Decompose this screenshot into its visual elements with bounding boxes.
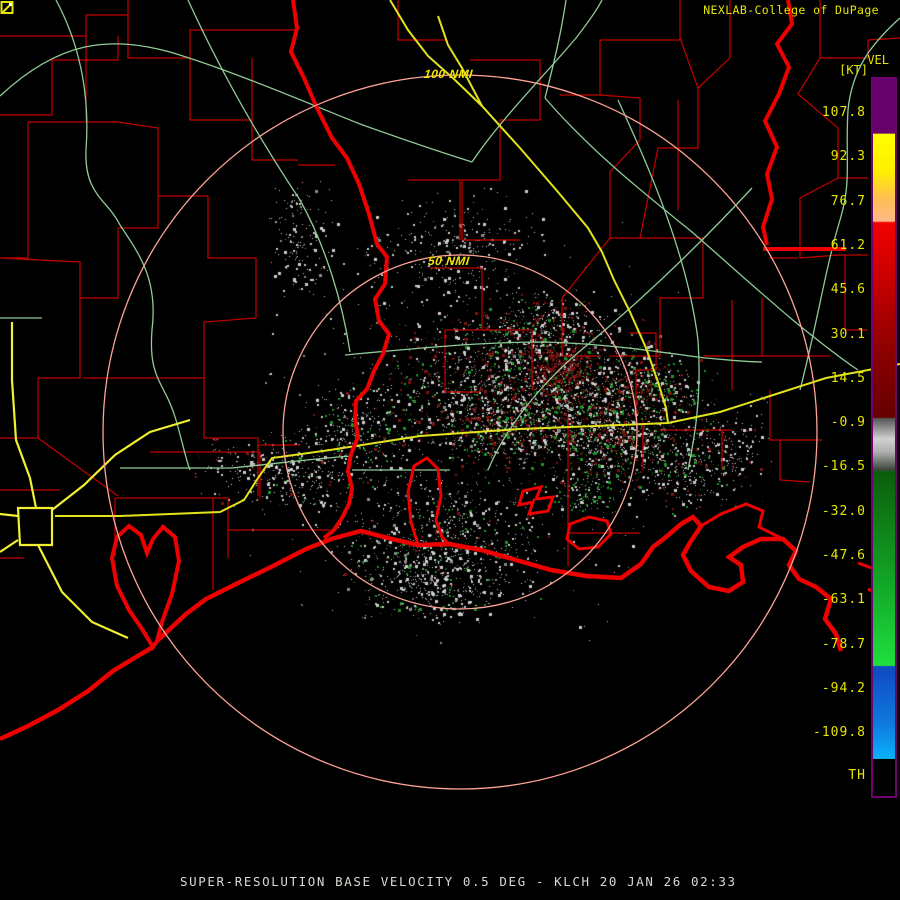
colorbar-tick-label: -63.1 <box>821 592 866 608</box>
range-ring-label-100nmi: 100 NMI <box>423 67 474 81</box>
colorbar-threshold-label: TH <box>848 768 866 783</box>
colorbar-tick-label: 30.1 <box>830 326 866 342</box>
county-boundaries <box>0 0 900 590</box>
colorbar-tick-label: -94.2 <box>821 680 866 696</box>
colorbar-units: [KT] <box>839 63 868 77</box>
colorbar-tick-label: 45.6 <box>830 282 866 298</box>
colorbar-tick-label: -47.6 <box>821 548 866 563</box>
colorbar-title: VEL <box>867 53 889 67</box>
colorbar-tick-label: 76.7 <box>830 193 866 209</box>
colorbar-tick-label: -32.0 <box>821 503 866 519</box>
colorbar-tick-label: 61.2 <box>830 237 866 253</box>
range-ring-50nmi <box>282 254 638 610</box>
radar-display: NEXLAB-College of DuPage VEL [KT] 107.8 9… <box>0 0 900 900</box>
colorbar-tick-label: -16.5 <box>821 459 866 475</box>
colorbar-tick-label: 92.3 <box>830 149 866 165</box>
velocity-colorbar <box>871 77 897 798</box>
gulf-coastline <box>0 514 844 742</box>
colorbar-tick-label: -0.9 <box>830 415 866 431</box>
water-features <box>0 0 897 742</box>
credit-text: NEXLAB-College of DuPage <box>703 3 879 17</box>
colorbar-tick-label: -109.8 <box>813 725 866 741</box>
product-caption: SUPER-RESOLUTION BASE VELOCITY 0.5 DEG -… <box>180 874 737 889</box>
range-ring-label-50nmi: 50 NMI <box>427 254 471 268</box>
colorbar-tick-label: 14.5 <box>830 370 866 386</box>
colorbar-tick-label: 107.8 <box>821 105 866 120</box>
cod-logo-icon <box>0 1 14 14</box>
calcasieu-lake <box>406 456 451 546</box>
colorbar-tick-label: -78.7 <box>821 636 866 652</box>
base-map <box>0 0 900 790</box>
